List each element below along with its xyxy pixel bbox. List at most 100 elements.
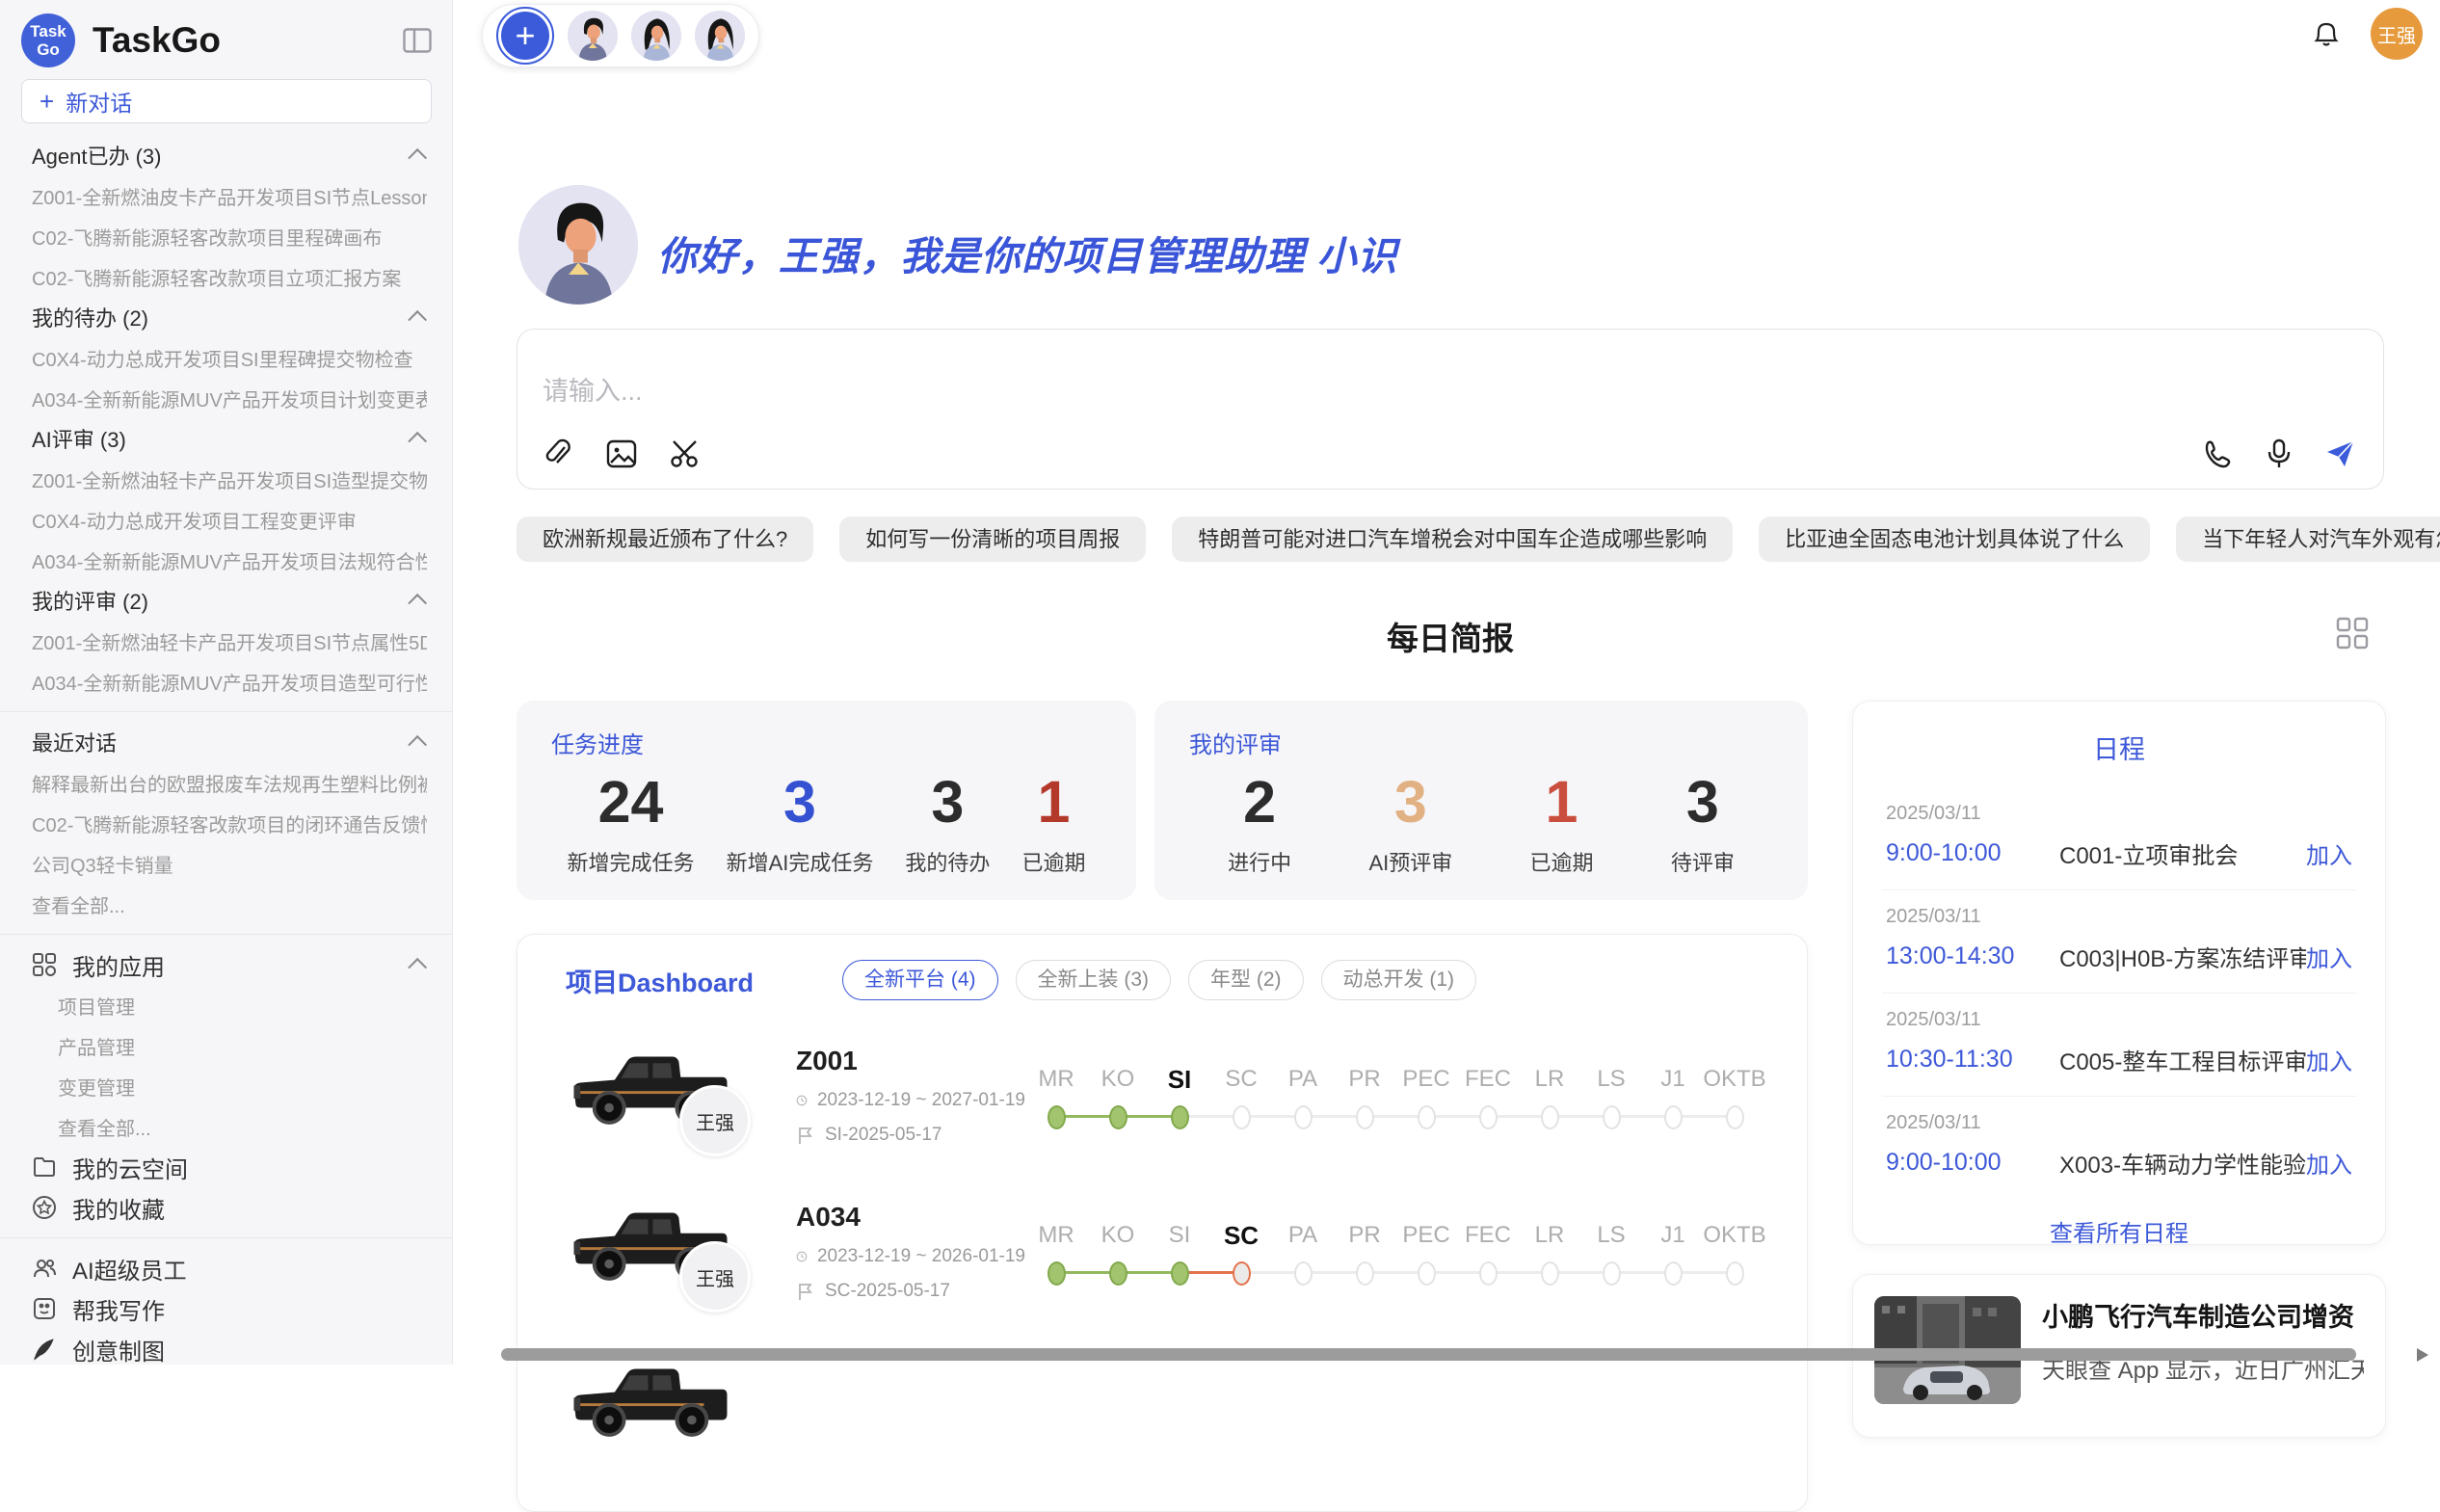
- sidebar-item-ai-staff[interactable]: AI超级员工: [0, 1248, 452, 1288]
- project-code: A034: [796, 1202, 1025, 1233]
- project-row-z001[interactable]: 王强 Z001 2023-12-19 ~ 2027-01-19 SI-2025-…: [566, 1023, 1764, 1168]
- milestone-label: PR: [1348, 1219, 1380, 1252]
- cloud-space-label: 我的云空间: [72, 1151, 188, 1184]
- suggestion-chip[interactable]: 当下年轻人对汽车外观有怎样的喜好趋势: [2176, 517, 2440, 562]
- my-review-title: 我的评审: [1189, 726, 1773, 759]
- stat-value: 3: [727, 767, 874, 836]
- plus-icon: +: [40, 89, 54, 114]
- attach-file-button[interactable]: [541, 437, 575, 471]
- chat-input-container: [517, 329, 2384, 490]
- suggestion-chip[interactable]: 特朗普可能对进口汽车增税会对中国车企造成哪些影响: [1172, 517, 1733, 562]
- project-current-node: SC-2025-05-17: [825, 1281, 950, 1302]
- milestone-dot: [1356, 1105, 1374, 1129]
- project-row-a034[interactable]: 王强 A034 2023-12-19 ~ 2026-01-19 SC-2025-…: [566, 1180, 1764, 1324]
- sidebar-item-favorites[interactable]: 我的收藏: [0, 1187, 452, 1228]
- dashboard-tabs: 全新平台 (4) 全新上装 (3) 年型 (2) 动总开发 (1): [842, 960, 1476, 1000]
- sidebar-task-item[interactable]: Z001-全新燃油轻卡产品开发项目SI造型提交物评审: [32, 465, 427, 493]
- add-agent-button[interactable]: +: [496, 7, 554, 65]
- suggestion-chips: 欧洲新规最近颁布了什么? 如何写一份清晰的项目周报 特朗普可能对进口汽车增税会对…: [517, 517, 2405, 562]
- chat-input[interactable]: [517, 330, 2383, 412]
- user-avatar[interactable]: 王强: [2371, 8, 2423, 60]
- agent-avatar[interactable]: [568, 11, 618, 61]
- sidebar-task-item[interactable]: C0X4-动力总成开发项目工程变更评审: [32, 506, 427, 534]
- tab-model-year[interactable]: 年型 (2): [1188, 960, 1304, 1000]
- recent-chat-item[interactable]: C02-飞腾新能源轻客改款项目的闭环通告反馈情况: [32, 809, 427, 837]
- view-all-schedule-link[interactable]: 查看所有日程: [1882, 1214, 2356, 1248]
- scroll-right-arrow[interactable]: [2417, 1348, 2428, 1362]
- milestone-label: FEC: [1465, 1219, 1511, 1252]
- tab-new-body[interactable]: 全新上装 (3): [1016, 960, 1172, 1000]
- app-link-product-mgmt[interactable]: 产品管理: [58, 1032, 427, 1060]
- sidebar-task-item[interactable]: Z001-全新燃油皮卡产品开发项目SI节点Lesson Learn报告: [32, 182, 427, 210]
- milestone-dot: [1726, 1261, 1744, 1286]
- section-agent-done[interactable]: Agent已办 (3): [0, 135, 452, 175]
- recent-chat-item[interactable]: 公司Q3轻卡销量: [32, 850, 427, 878]
- agent-avatar[interactable]: [695, 11, 745, 61]
- news-title: 小鹏飞行汽车制造公司增资: [2042, 1296, 2364, 1334]
- milestone-dot: [1479, 1261, 1498, 1286]
- notifications-bell-icon[interactable]: [2307, 14, 2346, 53]
- event-name: C005-整车工程目标评审: [2059, 1043, 2306, 1076]
- sidebar-item-my-apps[interactable]: 我的应用: [0, 944, 452, 985]
- microphone-button[interactable]: [2262, 437, 2296, 471]
- milestone-label: PEC: [1402, 1219, 1449, 1252]
- tab-powertrain[interactable]: 动总开发 (1): [1321, 960, 1477, 1000]
- milestone-dot: [1726, 1105, 1744, 1129]
- sidebar-task-item[interactable]: A034-全新新能源MUV产品开发项目造型可行性评审: [32, 668, 427, 696]
- section-recent-chats[interactable]: 最近对话: [0, 722, 452, 762]
- sidebar-item-creative-draw[interactable]: 创意制图: [0, 1329, 452, 1365]
- new-chat-button[interactable]: + 新对话: [21, 79, 432, 123]
- suggestion-chip[interactable]: 如何写一份清晰的项目周报: [839, 517, 1146, 562]
- agent-switcher: +: [482, 4, 759, 67]
- milestone-label-current: SI: [1168, 1063, 1192, 1096]
- join-meeting-button[interactable]: 加入: [2306, 1146, 2352, 1180]
- daily-briefing-title: 每日简报: [517, 613, 2384, 659]
- horizontal-scrollbar[interactable]: [501, 1348, 2356, 1361]
- sidebar-collapse-icon[interactable]: [400, 23, 435, 58]
- suggestion-chip[interactable]: 比亚迪全固态电池计划具体说了什么: [1759, 517, 2150, 562]
- pen-icon: [32, 1337, 57, 1362]
- sidebar-task-item[interactable]: A034-全新新能源MUV产品开发项目法规符合性评审: [32, 546, 427, 574]
- section-title: 最近对话: [32, 727, 413, 757]
- section-my-review[interactable]: 我的评审 (2): [0, 580, 452, 621]
- view-all-apps-link[interactable]: 查看全部...: [58, 1113, 427, 1141]
- app-link-change-mgmt[interactable]: 变更管理: [58, 1073, 427, 1101]
- sidebar-task-item[interactable]: Z001-全新燃油轻卡产品开发项目SI节点属性5D文件评审: [32, 627, 427, 655]
- schedule-event: 2025/03/11 10:30-11:30 C005-整车工程目标评审 加入: [1882, 994, 2356, 1097]
- sidebar-task-item[interactable]: C0X4-动力总成开发项目SI里程碑提交物检查: [32, 344, 427, 372]
- milestone-dot: [1541, 1261, 1559, 1286]
- event-date: 2025/03/11: [1886, 803, 2352, 825]
- section-my-todo[interactable]: 我的待办 (2): [0, 297, 452, 337]
- join-meeting-button[interactable]: 加入: [2306, 1043, 2352, 1076]
- sidebar-item-write-helper[interactable]: 帮我写作: [0, 1288, 452, 1329]
- sidebar-task-item[interactable]: A034-全新新能源MUV产品开发项目计划变更表编写: [32, 385, 427, 412]
- join-meeting-button[interactable]: 加入: [2306, 940, 2352, 973]
- event-time: 13:00-14:30: [1886, 942, 2059, 970]
- write-icon: [32, 1296, 57, 1321]
- app-logo: Task Go: [21, 13, 75, 67]
- join-meeting-button[interactable]: 加入: [2306, 836, 2352, 870]
- agent-avatar[interactable]: [631, 11, 681, 61]
- sidebar-task-item[interactable]: C02-飞腾新能源轻客改款项目里程碑画布: [32, 223, 427, 251]
- section-ai-review[interactable]: AI评审 (3): [0, 418, 452, 459]
- insert-image-button[interactable]: [604, 437, 639, 471]
- send-button[interactable]: [2323, 437, 2358, 471]
- milestone-dot: [1541, 1105, 1559, 1129]
- voice-call-button[interactable]: [2200, 437, 2235, 471]
- event-time: 10:30-11:30: [1886, 1046, 2059, 1074]
- tab-new-platform[interactable]: 全新平台 (4): [842, 960, 998, 1000]
- recent-chat-item[interactable]: 解释最新出台的欧盟报废车法规再生塑料比例被调至15%...: [32, 769, 427, 797]
- sidebar-item-cloud-space[interactable]: 我的云空间: [0, 1147, 452, 1187]
- view-all-chats-link[interactable]: 查看全部...: [32, 890, 427, 918]
- milestone-label: MR: [1038, 1063, 1074, 1096]
- event-name: C001-立项审批会: [2059, 836, 2306, 870]
- briefing-layout-button[interactable]: [2334, 615, 2371, 651]
- suggestion-chip[interactable]: 欧洲新规最近颁布了什么?: [517, 517, 813, 562]
- sidebar-task-item[interactable]: C02-飞腾新能源轻客改款项目立项汇报方案: [32, 263, 427, 291]
- flag-icon: [796, 1126, 815, 1145]
- app-link-project-mgmt[interactable]: 项目管理: [58, 992, 427, 1020]
- screenshot-button[interactable]: [668, 437, 703, 471]
- milestone-dot: [1233, 1105, 1251, 1129]
- schedule-event: 2025/03/11 9:00-10:00 C001-立项审批会 加入: [1882, 787, 2356, 890]
- milestone-dot: [1479, 1105, 1498, 1129]
